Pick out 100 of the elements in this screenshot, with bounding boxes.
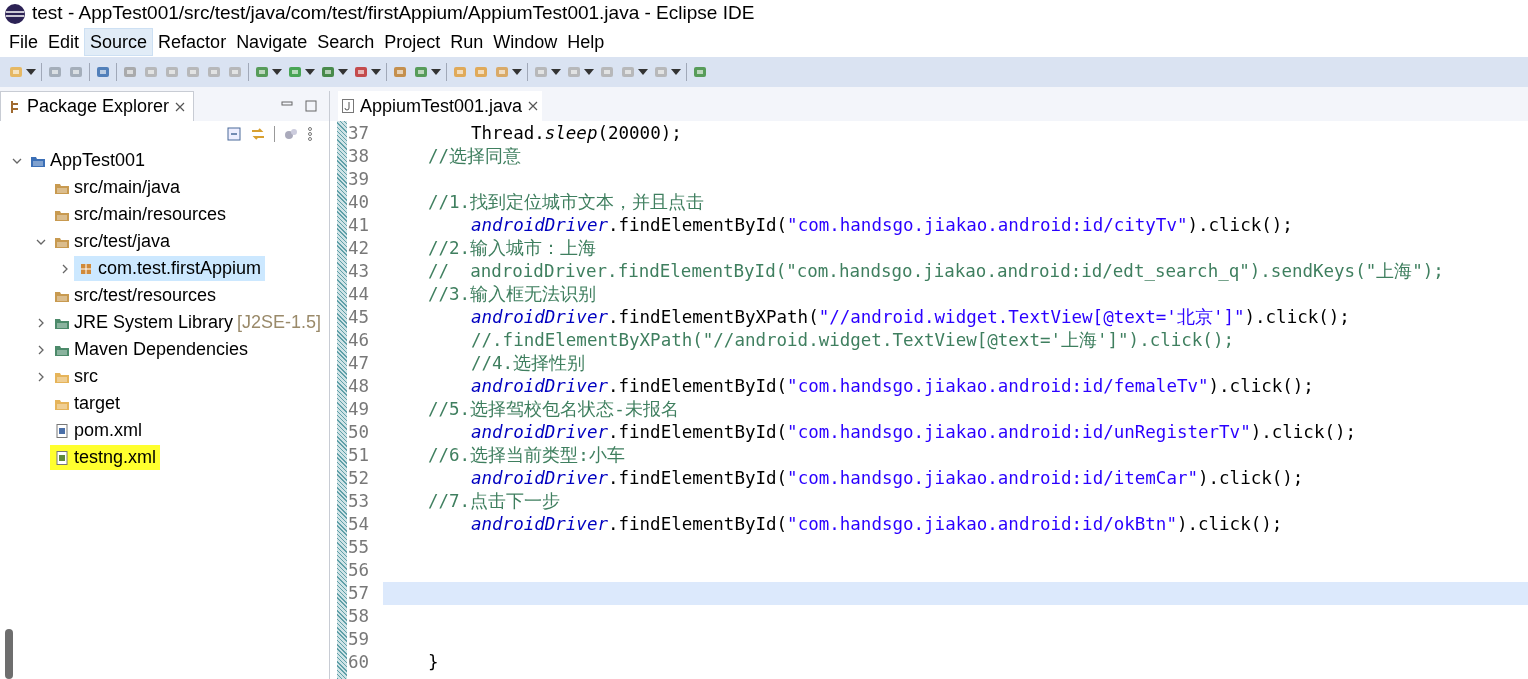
code-line: androidDriver.findElementById("com.handsgo.jiakao.android:id/femaleTv").click(); bbox=[470, 375, 1314, 398]
line-number: 54 bbox=[347, 513, 371, 536]
line-number: 40 bbox=[347, 191, 371, 214]
menu-item[interactable]: Window bbox=[488, 28, 563, 56]
caret-icon[interactable] bbox=[431, 69, 441, 75]
caret-icon[interactable] bbox=[638, 69, 648, 75]
tree-item[interactable]: JRE System Library [J2SE-1.5] bbox=[50, 310, 326, 335]
window-title: test - AppTest001/src/test/java/com/test/firstAppium/AppiumTest001.java - Eclipse IDE bbox=[32, 1, 755, 26]
caret-icon[interactable] bbox=[512, 69, 522, 75]
package-explorer-tab[interactable]: Package Explorer bbox=[0, 91, 195, 121]
tree-item-label: src/test/resources bbox=[74, 284, 217, 307]
line-number: 37 bbox=[347, 122, 371, 145]
tree-item-label: testng.xml bbox=[74, 446, 157, 469]
line-number: 38 bbox=[347, 145, 371, 168]
line-number: 55 bbox=[347, 536, 371, 559]
code-comment: //.findElementByXPath("//android.widget.TextView[@text='上海']").click(); bbox=[470, 329, 1234, 352]
line-number: 59 bbox=[347, 628, 371, 651]
line-number: 48 bbox=[347, 375, 371, 398]
tree-item-label: src bbox=[74, 365, 98, 388]
xml-file-icon bbox=[54, 449, 70, 466]
tree-item[interactable]: src/main/resources bbox=[50, 202, 231, 227]
tree-item[interactable]: target bbox=[50, 391, 125, 416]
caret-icon[interactable] bbox=[671, 69, 681, 75]
caret-icon[interactable] bbox=[371, 69, 381, 75]
file-icon bbox=[54, 422, 70, 439]
line-number: 44 bbox=[347, 283, 371, 306]
line-number: 43 bbox=[347, 260, 371, 283]
caret-icon[interactable] bbox=[272, 69, 282, 75]
chevron-right-icon[interactable] bbox=[36, 344, 46, 355]
code-line: androidDriver.findElementById("com.handsgo.jiakao.android:id/unRegisterTv").click(); bbox=[470, 421, 1357, 444]
line-number: 41 bbox=[347, 214, 371, 237]
menu-item[interactable]: Navigate bbox=[231, 28, 313, 56]
code-line: androidDriver.findElementById("com.handsgo.jiakao.android:id/itemCar").click(); bbox=[470, 467, 1304, 490]
java-file-icon bbox=[342, 99, 354, 113]
menu-item[interactable]: Refactor bbox=[153, 28, 232, 56]
code-line: androidDriver.findElementByXPath("//android.widget.TextView[@text='北京']").click(); bbox=[470, 306, 1350, 329]
code-line: Thread.sleep(20000); bbox=[470, 122, 682, 145]
line-number: 51 bbox=[347, 444, 371, 467]
line-number: 60 bbox=[347, 651, 371, 674]
tree-item-label: src/main/resources bbox=[74, 203, 227, 226]
caret-icon[interactable] bbox=[305, 69, 315, 75]
code-comment: //6.选择当前类型:小车 bbox=[427, 444, 625, 467]
tree-item-decoration: [J2SE-1.5] bbox=[237, 311, 322, 334]
tree-item[interactable]: AppTest001 bbox=[26, 148, 150, 173]
menu-item[interactable]: Project bbox=[379, 28, 446, 56]
more-options-icon[interactable] bbox=[307, 126, 313, 142]
line-number: 57 bbox=[347, 582, 371, 605]
tree-item-label: AppTest001 bbox=[50, 149, 146, 172]
scrollbar-thumb[interactable] bbox=[5, 629, 13, 679]
caret-icon[interactable] bbox=[551, 69, 561, 75]
caret-icon[interactable] bbox=[584, 69, 594, 75]
collapse-all-icon[interactable] bbox=[226, 126, 242, 142]
maximize-icon[interactable] bbox=[305, 100, 317, 112]
tree-item-label: src/main/java bbox=[74, 176, 181, 199]
menu-item[interactable]: File bbox=[4, 28, 43, 56]
menu-item[interactable]: Search bbox=[312, 28, 380, 56]
tree-item[interactable]: src bbox=[50, 364, 102, 389]
editor-tab[interactable]: AppiumTest001.java bbox=[338, 91, 543, 121]
line-number: 45 bbox=[347, 306, 371, 329]
tree-item[interactable]: src/test/resources bbox=[50, 283, 221, 308]
tree-item[interactable]: com.test.firstAppium bbox=[74, 256, 266, 281]
tree-item[interactable]: pom.xml bbox=[50, 418, 146, 443]
tree-item[interactable]: Maven Dependencies bbox=[50, 337, 253, 362]
tree-item-label: JRE System Library bbox=[74, 311, 234, 334]
tree-item[interactable]: testng.xml bbox=[50, 445, 161, 470]
code-comment: // androidDriver.findElementById("com.handsgo.jiakao.android:id/edt_search_q").sendKeys("上海"); bbox=[427, 260, 1444, 283]
link-icon[interactable] bbox=[250, 126, 266, 142]
close-icon[interactable] bbox=[175, 101, 186, 112]
code-comment: //3.输入框无法识别 bbox=[427, 283, 597, 306]
chevron-right-icon[interactable] bbox=[36, 317, 46, 328]
line-number: 50 bbox=[347, 421, 371, 444]
code-line: } bbox=[427, 651, 439, 674]
code-comment: //1.找到定位城市文本，并且点击 bbox=[427, 191, 705, 214]
tree-item-label: src/test/java bbox=[74, 230, 171, 253]
chevron-right-icon[interactable] bbox=[36, 371, 46, 382]
tree-item-label: Maven Dependencies bbox=[74, 338, 249, 361]
caret-icon[interactable] bbox=[26, 69, 36, 75]
line-number: 47 bbox=[347, 352, 371, 375]
menu-item[interactable]: Run bbox=[445, 28, 489, 56]
tree-item[interactable]: src/test/java bbox=[50, 229, 175, 254]
code-comment: //7.点击下一步 bbox=[427, 490, 561, 513]
code-comment: //选择同意 bbox=[427, 145, 522, 168]
menu-item[interactable]: Source bbox=[84, 28, 154, 56]
tree-item-label: pom.xml bbox=[74, 419, 142, 442]
code-line: androidDriver.findElementById("com.handsgo.jiakao.android:id/cityTv").click(); bbox=[470, 214, 1293, 237]
line-number: 56 bbox=[347, 559, 371, 582]
caret-icon[interactable] bbox=[338, 69, 348, 75]
line-number: 46 bbox=[347, 329, 371, 352]
close-icon[interactable] bbox=[528, 101, 539, 111]
menu-item[interactable]: Help bbox=[562, 28, 610, 56]
code-line: androidDriver.findElementById("com.handsgo.jiakao.android:id/okBtn").click(); bbox=[470, 513, 1283, 536]
line-number: 52 bbox=[347, 467, 371, 490]
code-comment: //5.选择驾校包名状态-未报名 bbox=[427, 398, 679, 421]
tree-item-label: com.test.firstAppium bbox=[98, 257, 262, 280]
menu-item[interactable]: Edit bbox=[43, 28, 85, 56]
tree-item[interactable]: src/main/java bbox=[50, 175, 185, 200]
code-comment: //2.输入城市：上海 bbox=[427, 237, 597, 260]
line-number: 49 bbox=[347, 398, 371, 421]
line-number: 58 bbox=[347, 605, 371, 628]
chevron-right-icon[interactable] bbox=[60, 263, 70, 274]
